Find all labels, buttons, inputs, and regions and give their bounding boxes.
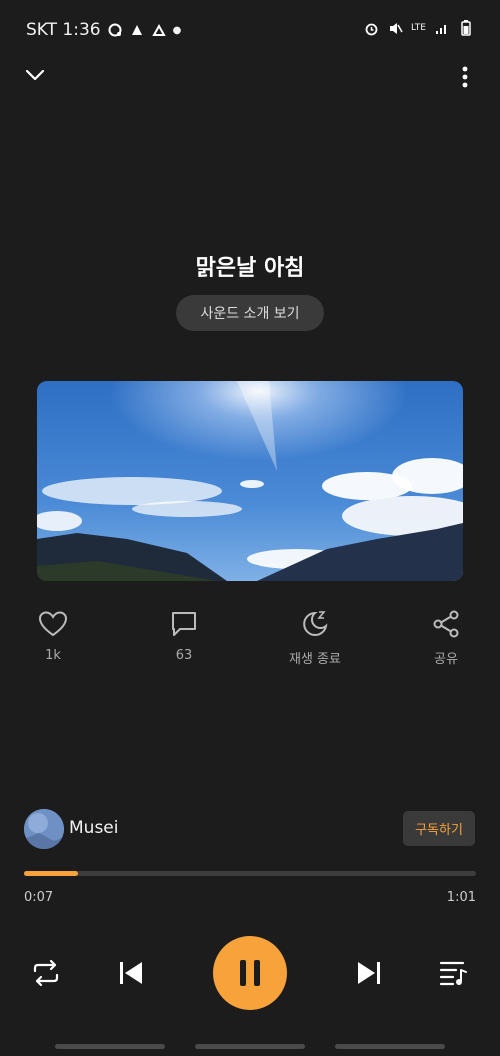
signal-icon	[434, 20, 450, 36]
previous-button[interactable]	[109, 951, 153, 995]
current-time: 0:07	[24, 890, 54, 905]
notification-dot: ●	[172, 24, 182, 36]
artwork-image	[37, 381, 463, 581]
collapse-button[interactable]	[22, 62, 48, 88]
next-button[interactable]	[347, 951, 391, 995]
avatar[interactable]	[24, 809, 64, 849]
comment-count: 63	[175, 648, 193, 663]
nav-recent-bar[interactable]	[55, 1044, 165, 1049]
pause-button[interactable]	[213, 936, 287, 1010]
app-notification-icon	[129, 22, 145, 38]
pause-icon	[240, 960, 260, 986]
playlist-button[interactable]	[432, 951, 476, 995]
moon-timer-icon	[303, 611, 328, 636]
share-button[interactable]: 공유	[401, 606, 491, 667]
alarm-icon	[363, 20, 379, 36]
battery-icon	[458, 20, 474, 36]
progress-bar[interactable]	[24, 871, 476, 876]
chevron-down-icon	[25, 69, 45, 81]
nav-back-bar[interactable]	[335, 1044, 445, 1049]
like-button[interactable]: 1k	[8, 606, 98, 663]
more-options-button[interactable]	[452, 62, 478, 92]
total-time: 1:01	[446, 890, 476, 905]
status-bar: SKT 1:36 ● LTE	[0, 0, 500, 60]
more-vert-icon	[462, 66, 468, 88]
subscribe-button[interactable]: 구독하기	[403, 811, 475, 846]
progress-fill	[24, 871, 79, 876]
comment-icon	[172, 612, 196, 636]
share-label: 공유	[434, 652, 458, 667]
playlist-icon	[439, 961, 467, 986]
skip-previous-icon	[120, 962, 142, 984]
track-title: 맑은날 아침	[195, 256, 305, 281]
status-carrier-time: SKT 1:36	[26, 20, 101, 40]
app-notification-icon-2	[151, 22, 167, 38]
status-left: SKT 1:36 ●	[26, 20, 181, 40]
notification-icon	[107, 22, 123, 38]
sound-intro-button[interactable]: 사운드 소개 보기	[176, 295, 324, 331]
share-icon	[433, 610, 459, 638]
repeat-button[interactable]	[24, 951, 68, 995]
like-count: 1k	[45, 648, 61, 663]
sleep-timer-button[interactable]: 재생 종료	[270, 606, 360, 667]
sleep-timer-label: 재생 종료	[289, 652, 341, 667]
nav-home-bar[interactable]	[195, 1044, 305, 1049]
skip-next-icon	[358, 962, 380, 984]
creator-name[interactable]: Musei	[69, 818, 118, 838]
network-type: LTE	[411, 23, 426, 33]
mute-icon	[387, 20, 403, 36]
repeat-icon	[33, 959, 59, 987]
comment-button[interactable]: 63	[139, 606, 229, 663]
heart-icon	[38, 611, 68, 637]
status-right: LTE	[363, 20, 474, 36]
